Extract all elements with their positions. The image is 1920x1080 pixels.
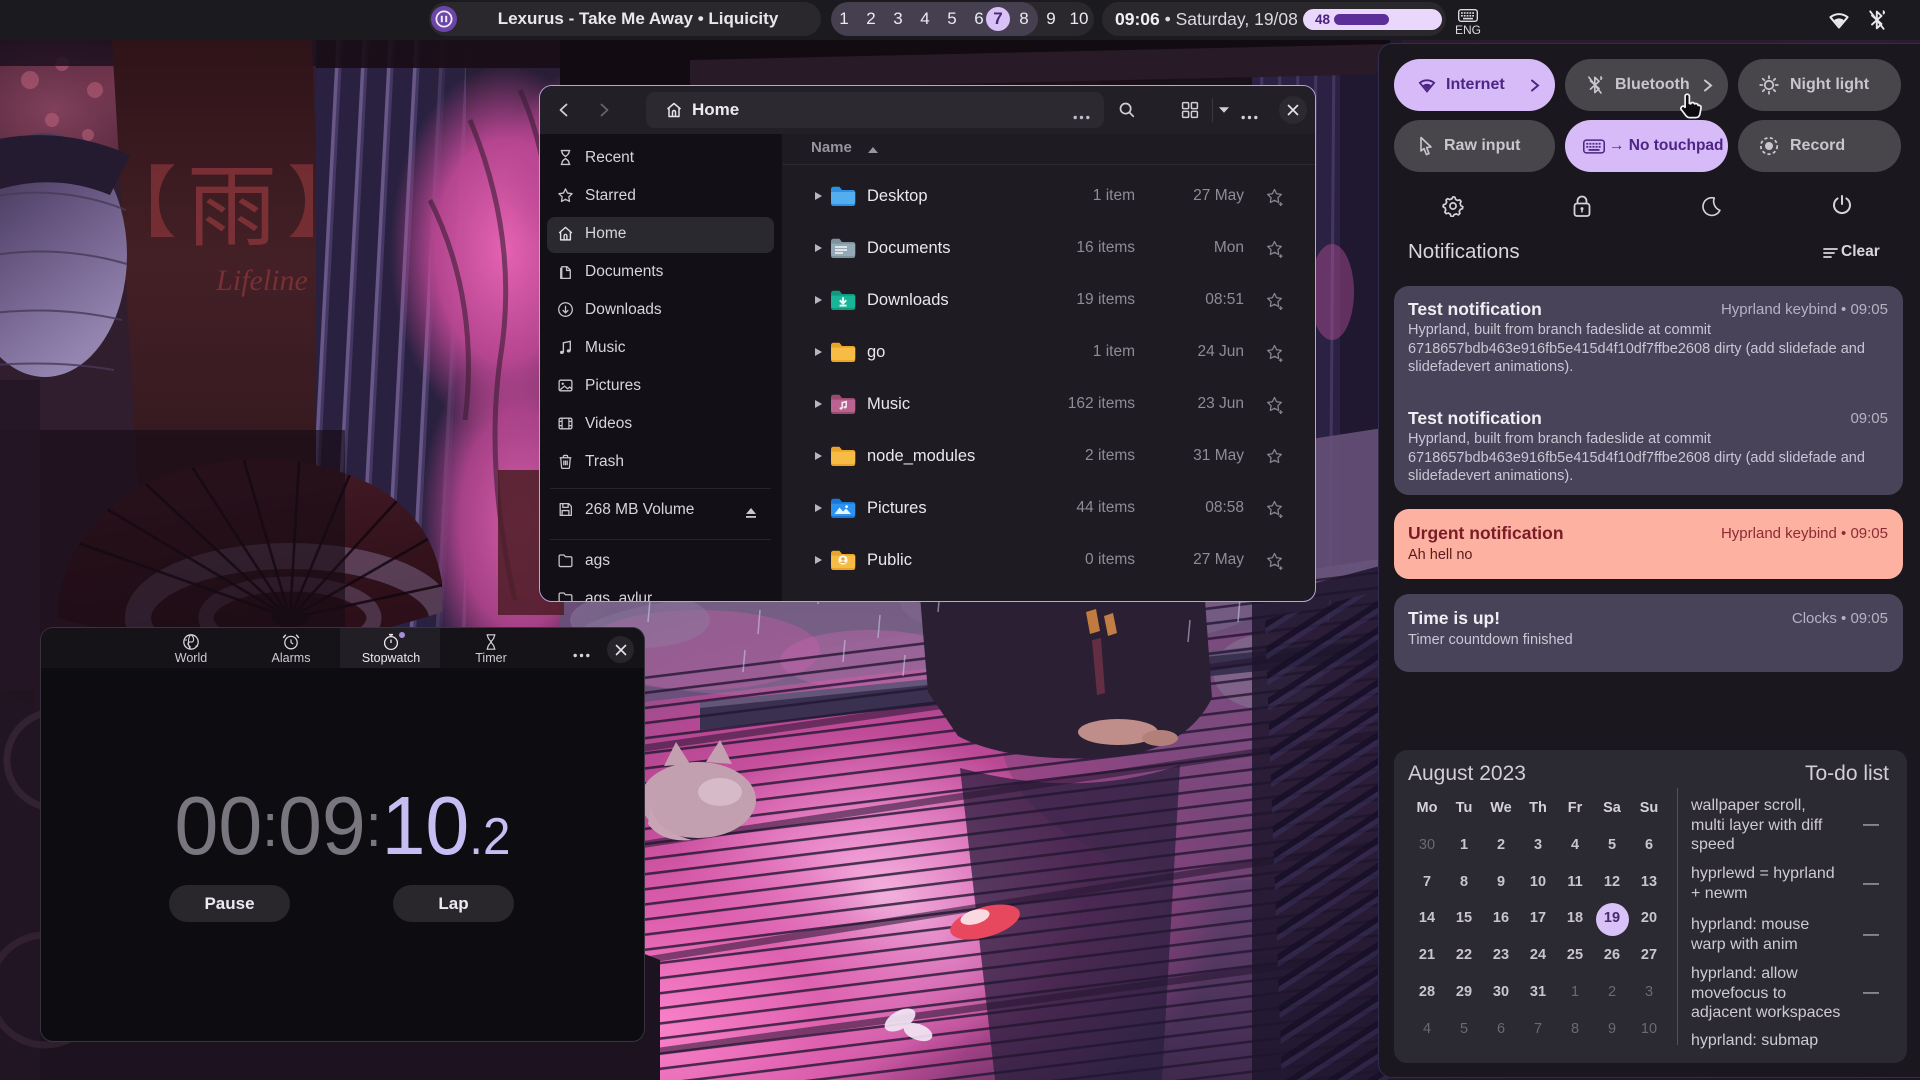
svg-text:Lifeline: Lifeline <box>215 264 308 297</box>
svg-text:雨: 雨 <box>187 159 277 258</box>
